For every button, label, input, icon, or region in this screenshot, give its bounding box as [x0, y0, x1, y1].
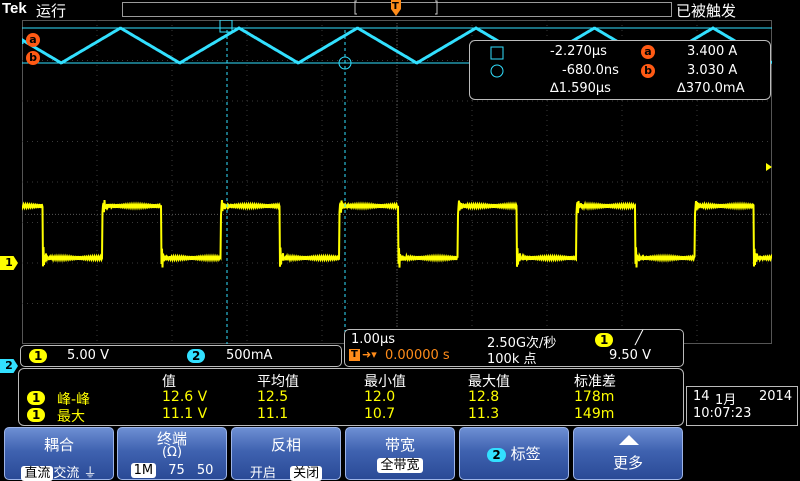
meas-header-max: 最大值: [468, 374, 510, 390]
invert-option-on[interactable]: 开启: [250, 466, 276, 481]
date-time-display[interactable]: 14 1月 2014 10:07:23: [686, 386, 798, 426]
cursor-b-marker: b: [26, 46, 40, 65]
cursor-readout-panel[interactable]: -2.270μs a 3.400 A -680.0ns b 3.030 A ∆1…: [469, 40, 771, 100]
date-year: 2014: [759, 389, 793, 404]
meas-max: 12.8: [468, 389, 500, 405]
invert-title: 反相: [270, 436, 301, 454]
cursor-delta-time: ∆1.590μs: [550, 81, 611, 96]
trigger-arrow-icon: ➜▾: [362, 348, 377, 361]
trigger-position-marker: T: [389, 0, 403, 17]
bandwidth-title: 带宽: [384, 436, 415, 454]
invert-option-off[interactable]: 关闭: [290, 466, 323, 481]
trigger-source-badge: 1: [595, 333, 614, 347]
meas-source-badge: 1: [27, 408, 46, 422]
invert-softkey[interactable]: 反相 开启 关闭: [231, 427, 341, 481]
meas-value: 11.1 V: [162, 406, 208, 422]
label-channel-badge: 2: [487, 448, 506, 462]
meas-mean: 12.5: [257, 389, 289, 405]
meas-source-badge: 1: [27, 391, 46, 405]
cursor2-time: -680.0ns: [562, 63, 619, 78]
meas-header-mean: 平均值: [257, 374, 299, 390]
meas-min: 12.0: [364, 389, 396, 405]
cursor-b-badge: b: [641, 64, 655, 78]
cursor-lines: [226, 30, 346, 344]
chevron-up-icon: [619, 435, 639, 445]
coupling-softkey[interactable]: 耦合 直流 交流 ⏚: [4, 427, 114, 481]
trigger-position: 0.00000 s: [385, 348, 450, 363]
more-softkey[interactable]: 更多: [573, 427, 683, 480]
date-day: 14: [693, 389, 710, 404]
meas-std: 178m: [574, 389, 615, 405]
coupling-option-dc[interactable]: 直流: [21, 466, 54, 481]
meas-header-min: 最小值: [364, 374, 406, 390]
ch1-scale: 5.00 V: [67, 348, 109, 363]
meas-max: 11.3: [468, 406, 500, 422]
termination-unit: (Ω): [161, 445, 183, 460]
record-length: 100k 点: [487, 352, 537, 367]
ground-icon[interactable]: ⏚: [84, 466, 97, 481]
termination-option-1m[interactable]: 1M: [130, 463, 157, 478]
trigger-position-icon: T: [349, 349, 360, 361]
channel-scale-panel[interactable]: 1 5.00 V 2 500mA: [20, 345, 342, 367]
ch2-badge: 2: [187, 349, 206, 363]
clock-time: 10:07:23: [693, 406, 752, 421]
label-title: 标签: [510, 445, 541, 463]
bandwidth-softkey[interactable]: 带宽 全带宽: [345, 427, 455, 480]
measurement-row[interactable]: 1 最大 11.1 V 11.1 10.7 11.3 149m: [19, 406, 683, 425]
trigger-state: 已被触发: [676, 2, 737, 20]
timebase-trigger-panel[interactable]: 1.00μs 2.50G次/秒 1 ╱ T ➜▾ 0.00000 s 100k …: [344, 329, 684, 367]
cursor-a-value: 3.400 A: [687, 44, 738, 59]
cursor1-square-icon: [490, 46, 504, 60]
cursor-b-value: 3.030 A: [687, 63, 738, 78]
label-softkey[interactable]: 2 标签: [459, 427, 569, 480]
cursor-a-badge: a: [641, 45, 655, 59]
cursor-delta-value: ∆370.0mA: [677, 81, 745, 96]
ch2-scale: 500mA: [226, 348, 273, 363]
termination-option-75[interactable]: 75: [168, 463, 185, 478]
cursor1-square-marker: [219, 20, 233, 33]
meas-header-value: 值: [162, 374, 176, 390]
brand-logo: Tek: [2, 0, 27, 17]
measurement-row[interactable]: 1 峰-峰 12.6 V 12.5 12.0 12.8 178m: [19, 389, 683, 408]
bandwidth-value: 全带宽: [377, 458, 423, 473]
trigger-marker-label: T: [392, 1, 399, 12]
termination-softkey[interactable]: 终端 (Ω) 1M 75 50: [117, 427, 227, 480]
meas-min: 10.7: [364, 406, 396, 422]
trigger-slope-icon: ╱: [635, 331, 643, 346]
coupling-title: 耦合: [43, 436, 74, 454]
meas-value: 12.6 V: [162, 389, 208, 405]
meas-std: 149m: [574, 406, 615, 422]
ch2-ground-marker[interactable]: 2: [0, 359, 18, 373]
meas-name: 最大: [57, 409, 85, 425]
ch1-ground-marker[interactable]: 1: [0, 256, 18, 270]
termination-option-50[interactable]: 50: [197, 463, 214, 478]
acquisition-run-state[interactable]: 运行: [36, 0, 66, 21]
meas-mean: 11.1: [257, 406, 289, 422]
measurement-table[interactable]: 值 平均值 最小值 最大值 标准差 1 峰-峰 12.6 V 12.5 12.0…: [18, 368, 684, 426]
more-title: 更多: [612, 454, 643, 472]
ch1-badge: 1: [29, 349, 48, 363]
cursor1-time: -2.270μs: [550, 44, 607, 59]
horizontal-scale: 1.00μs: [351, 332, 395, 347]
cursor2-circle-icon: [490, 64, 504, 78]
coupling-option-ac[interactable]: 交流: [53, 466, 79, 481]
cursor-a-marker: a: [26, 28, 40, 47]
meas-header-std: 标准差: [574, 374, 616, 390]
trigger-level: 9.50 V: [609, 348, 651, 363]
